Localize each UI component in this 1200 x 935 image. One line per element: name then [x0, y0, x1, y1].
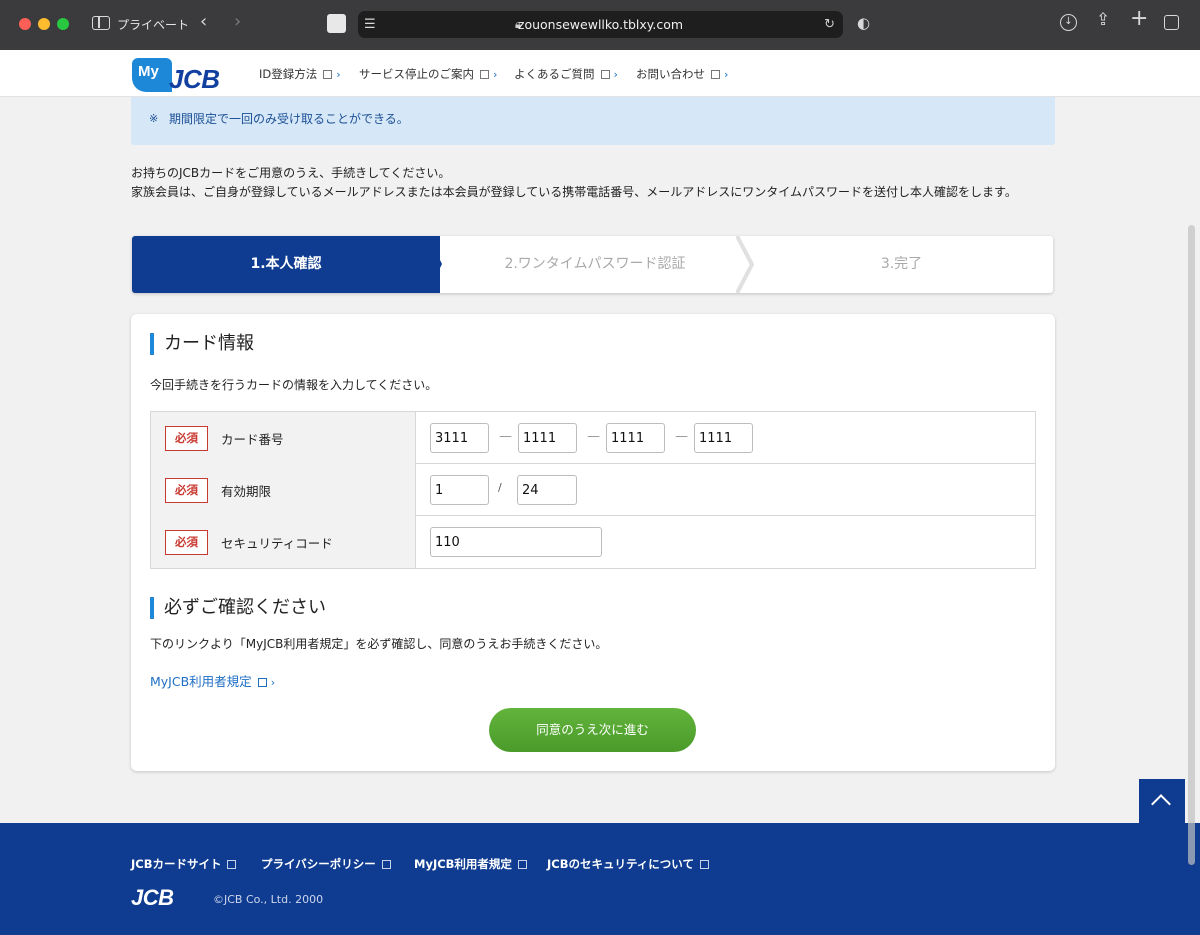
browser-toolbar: プライベート ‹ › ☰ 🔒︎ zouonsewewllko.tblxy.com… — [0, 0, 1200, 50]
confirm-description: 下のリンクより「MyJCB利用者規定」を必ず確認し、同意のうえお手続きください。 — [150, 637, 608, 651]
back-to-top-button[interactable] — [1139, 779, 1185, 825]
intro-line-1: お持ちのJCBカードをご用意のうえ、手続きしてください。 — [131, 166, 451, 180]
footer-link-terms[interactable]: MyJCB利用者規定 — [414, 856, 527, 872]
external-link-icon — [517, 860, 527, 869]
nav-id-registration[interactable]: ID登録方法 › — [259, 66, 341, 82]
intro-text: お持ちのJCBカードをご用意のうえ、手続きしてください。 家族会員は、ご自身が登… — [131, 164, 1061, 202]
scrollbar[interactable] — [1188, 225, 1195, 865]
external-link-icon — [600, 70, 610, 79]
tab-overview-icon[interactable] — [1164, 15, 1179, 30]
footer-link-privacy-policy[interactable]: プライバシーポリシー — [261, 856, 391, 872]
security-code-input[interactable] — [430, 527, 602, 557]
security-code-row: 必須 セキュリティコード — [151, 516, 1035, 568]
card-number-dash: — — [587, 429, 600, 444]
required-badge: 必須 — [165, 530, 208, 555]
jcb-logo[interactable]: JCB — [169, 64, 220, 95]
nav-service-suspension[interactable]: サービス停止のご案内 › — [359, 66, 497, 82]
form-card: カード情報 今回手続きを行うカードの情報を入力してください。 必須 カード番号 … — [131, 314, 1055, 771]
external-link-icon — [227, 860, 237, 869]
external-link-icon — [323, 70, 333, 79]
close-window-button[interactable] — [19, 18, 31, 30]
card-form-table: 必須 カード番号 — — — 必須 有効期限 / — [150, 411, 1036, 569]
chevron-right-icon: › — [270, 676, 276, 689]
progress-steps: 1.本人確認 2.ワンタイムパスワード認証 3.完了 — [132, 236, 1053, 293]
footer-link-security[interactable]: JCBのセキュリティについて — [547, 856, 709, 872]
site-header: My JCB ID登録方法 › サービス停止のご案内 › よくあるご質問 › お問い合… — [0, 50, 1200, 97]
chevron-right-icon: › — [493, 68, 498, 81]
chevron-right-icon: › — [724, 68, 729, 81]
card-number-dash: — — [499, 429, 512, 444]
card-number-dash: — — [675, 429, 688, 444]
footer-link-jcb-card-site[interactable]: JCBカードサイト — [131, 856, 237, 872]
card-number-label: カード番号 — [221, 432, 284, 447]
url-text[interactable]: zouonsewewllko.tblxy.com — [358, 17, 843, 32]
intro-line-2: 家族会員は、ご自身が登録しているメールアドレスまたは本会員が登録している携帯電話… — [131, 185, 1017, 199]
notice-mark: ※ — [149, 112, 159, 125]
nav-faq[interactable]: よくあるご質問 › — [514, 66, 618, 82]
card-number-input-2[interactable] — [518, 423, 577, 453]
confirm-title: 必ずご確認ください — [150, 597, 326, 619]
download-icon[interactable]: ↓ — [1060, 14, 1077, 31]
sidebar-icon[interactable] — [92, 16, 110, 30]
expiry-label-cell: 必須 有効期限 — [151, 464, 416, 516]
external-link-icon — [480, 70, 489, 79]
required-badge: 必須 — [165, 478, 208, 503]
chevron-right-icon: › — [613, 68, 618, 81]
card-number-input-4[interactable] — [694, 423, 753, 453]
notice-banner: ※ 期間限定で一回のみ受け取ることができる。 — [131, 97, 1055, 145]
security-code-label-cell: 必須 セキュリティコード — [151, 516, 416, 568]
nav-contact[interactable]: お問い合わせ › — [636, 66, 728, 82]
required-badge: 必須 — [165, 426, 208, 451]
share-icon[interactable]: ⇪ — [1096, 12, 1110, 29]
expiry-row: 必須 有効期限 / — [151, 464, 1035, 516]
back-icon[interactable]: ‹ — [200, 13, 207, 31]
step-one-time-password: 2.ワンタイムパスワード認証 — [504, 256, 686, 272]
step-identity-check: 1.本人確認 — [132, 236, 440, 293]
copyright: ©JCB Co., Ltd. 2000 — [213, 893, 324, 906]
site-footer: JCBカードサイト プライバシーポリシー MyJCB利用者規定 JCBのセキュリ… — [0, 823, 1200, 935]
expiry-label: 有効期限 — [221, 484, 272, 499]
expiry-year-input[interactable] — [517, 475, 577, 505]
forward-icon[interactable]: › — [234, 13, 241, 31]
private-label: プライベート — [117, 18, 190, 32]
card-number-input-3[interactable] — [606, 423, 665, 453]
chevron-right-icon: › — [336, 68, 341, 81]
external-link-icon — [257, 678, 267, 687]
expiry-month-input[interactable] — [430, 475, 489, 505]
security-code-label: セキュリティコード — [221, 536, 333, 551]
external-link-icon — [711, 70, 720, 79]
card-info-description: 今回手続きを行うカードの情報を入力してください。 — [150, 378, 438, 392]
footer-jcb-logo[interactable]: JCB — [131, 885, 174, 911]
terms-link[interactable]: MyJCB利用者規定 › — [150, 671, 275, 690]
external-link-icon — [381, 860, 391, 869]
card-info-title: カード情報 — [150, 333, 254, 355]
zoom-window-button[interactable] — [57, 18, 69, 30]
new-tab-icon[interactable]: + — [1130, 8, 1148, 30]
agree-next-button[interactable]: 同意のうえ次に進む — [489, 708, 696, 752]
page: My JCB ID登録方法 › サービス停止のご案内 › よくあるご質問 › お問い合… — [0, 50, 1200, 935]
address-bar[interactable]: ☰ 🔒︎ zouonsewewllko.tblxy.com ↻ — [358, 11, 843, 38]
tab-favicon[interactable] — [327, 14, 346, 33]
expiry-separator: / — [498, 481, 502, 494]
step-complete: 3.完了 — [880, 256, 923, 272]
minimize-window-button[interactable] — [38, 18, 50, 30]
external-link-icon — [699, 860, 709, 869]
myjcb-logo[interactable]: My — [132, 58, 172, 92]
chevron-up-icon — [1151, 794, 1171, 814]
card-number-row: 必須 カード番号 — — — — [151, 412, 1035, 464]
card-number-input-1[interactable] — [430, 423, 489, 453]
privacy-shield-icon[interactable]: ◐ — [857, 15, 870, 31]
notice-text: 期間限定で一回のみ受け取ることができる。 — [169, 112, 409, 126]
reload-icon[interactable]: ↻ — [824, 17, 835, 32]
card-number-label-cell: 必須 カード番号 — [151, 412, 416, 464]
